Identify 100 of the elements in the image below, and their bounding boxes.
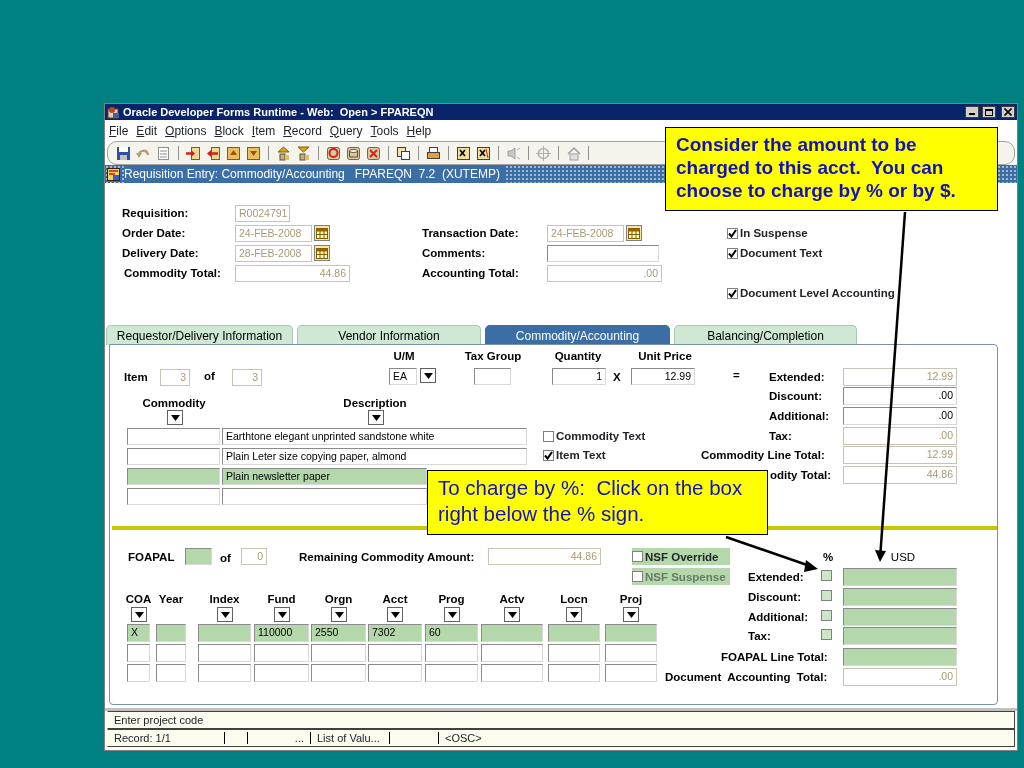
input-field[interactable] [843, 608, 957, 626]
input-field[interactable]: 110000 [254, 624, 309, 642]
checkbox[interactable]: Commodity Text [543, 428, 646, 444]
document-icon[interactable] [156, 145, 171, 161]
checkbox[interactable]: NSF Override [632, 548, 730, 565]
input-field[interactable] [368, 664, 422, 682]
input-field[interactable] [127, 468, 220, 485]
input-field[interactable] [198, 624, 251, 642]
triangle-blocks-icon[interactable] [296, 145, 311, 161]
menu-item[interactable]: Edit [132, 121, 162, 140]
input-field[interactable] [254, 664, 309, 682]
input-field[interactable]: 2550 [311, 624, 366, 642]
tab[interactable]: Commodity/Accounting [485, 325, 670, 345]
dropdown-button[interactable] [566, 607, 582, 622]
checkbox[interactable]: Item Text [543, 447, 606, 463]
input-field[interactable] [254, 644, 309, 662]
input-field[interactable] [156, 664, 186, 682]
input-field[interactable] [843, 648, 957, 666]
copy-icon[interactable] [396, 145, 411, 161]
input-field[interactable] [474, 368, 511, 385]
cross-box-icon[interactable] [456, 145, 471, 161]
input-field[interactable] [127, 664, 150, 682]
menu-item[interactable]: Block [210, 121, 248, 140]
checkbox[interactable] [821, 629, 832, 640]
delete-icon[interactable] [366, 145, 381, 161]
menu-item[interactable]: Options [161, 121, 211, 140]
input-field[interactable] [548, 664, 600, 682]
input-field[interactable] [127, 488, 220, 505]
input-field[interactable]: Earthtone elegant unprinted sandstone white [222, 428, 527, 445]
dropdown-button[interactable] [131, 607, 147, 622]
input-field[interactable] [481, 664, 543, 682]
minimize-button[interactable] [965, 106, 979, 118]
input-field[interactable] [368, 644, 422, 662]
speaker-icon[interactable] [506, 145, 521, 161]
input-field[interactable] [198, 644, 251, 662]
input-field[interactable] [605, 664, 657, 682]
input-field[interactable] [156, 644, 186, 662]
cross-box-icon[interactable] [476, 145, 491, 161]
input-field[interactable]: 60 [425, 624, 478, 642]
input-field[interactable] [425, 664, 478, 682]
dropdown-button[interactable] [504, 607, 520, 622]
maximize-button[interactable] [982, 106, 996, 118]
input-field[interactable] [222, 488, 427, 505]
checkbox[interactable]: In Suspense [727, 225, 808, 241]
input-field[interactable]: .00 [843, 407, 957, 425]
close-button[interactable] [1001, 106, 1015, 118]
input-field[interactable] [843, 627, 957, 645]
dropdown-button[interactable] [368, 410, 384, 425]
menu-item[interactable]: Tools [366, 121, 403, 140]
menu-item[interactable]: File [105, 121, 133, 140]
input-field[interactable] [127, 644, 150, 662]
calendar-button[interactable] [314, 225, 330, 241]
input-field[interactable]: Plain Leter size copying paper, almond [222, 448, 527, 465]
dropdown-button[interactable] [167, 410, 183, 425]
input-field[interactable] [127, 428, 220, 445]
dropdown-button[interactable] [217, 607, 233, 622]
database-icon[interactable] [346, 145, 361, 161]
input-field[interactable] [185, 548, 212, 565]
dropdown-button[interactable] [420, 368, 436, 383]
input-field[interactable] [605, 644, 657, 662]
input-field[interactable]: 12.99 [631, 368, 695, 385]
input-field[interactable] [311, 644, 366, 662]
checkbox[interactable] [821, 570, 832, 581]
checkbox[interactable]: Document Level Accounting [727, 285, 895, 301]
input-field[interactable] [843, 588, 957, 606]
input-field[interactable] [311, 664, 366, 682]
input-field[interactable]: 7302 [368, 624, 422, 642]
input-field[interactable] [605, 624, 657, 642]
dropdown-button[interactable] [623, 607, 639, 622]
input-field[interactable] [481, 644, 543, 662]
input-field[interactable] [156, 624, 186, 642]
triangle-blocks-icon[interactable] [276, 145, 291, 161]
input-field[interactable] [198, 664, 251, 682]
input-field[interactable] [548, 644, 600, 662]
checkbox[interactable] [821, 610, 832, 621]
dropdown-button[interactable] [387, 607, 403, 622]
menu-item[interactable]: Item [247, 121, 280, 140]
dropdown-button[interactable] [274, 607, 290, 622]
input-field[interactable] [548, 624, 600, 642]
input-field[interactable] [481, 624, 543, 642]
input-field[interactable]: 1 [552, 368, 606, 385]
input-field[interactable] [425, 644, 478, 662]
menu-item[interactable]: Help [402, 121, 436, 140]
input-field[interactable]: Plain newsletter paper [222, 468, 427, 485]
house-icon[interactable] [566, 145, 581, 161]
tab[interactable]: Balancing/Completion [674, 325, 857, 345]
calendar-button[interactable] [626, 225, 642, 241]
input-field[interactable]: .00 [843, 387, 957, 405]
checkbox[interactable] [821, 590, 832, 601]
page-stack-icon[interactable] [226, 145, 241, 161]
calendar-button[interactable] [314, 245, 330, 261]
page-arrow-icon[interactable] [206, 145, 221, 161]
dropdown-button[interactable] [331, 607, 347, 622]
input-field[interactable] [547, 245, 659, 262]
save-icon[interactable] [116, 145, 131, 161]
input-field[interactable] [127, 448, 220, 465]
input-field[interactable]: EA [389, 368, 417, 385]
page-stack-icon[interactable] [246, 145, 261, 161]
crosshair-icon[interactable] [536, 145, 551, 161]
menu-item[interactable]: Record [279, 121, 326, 140]
